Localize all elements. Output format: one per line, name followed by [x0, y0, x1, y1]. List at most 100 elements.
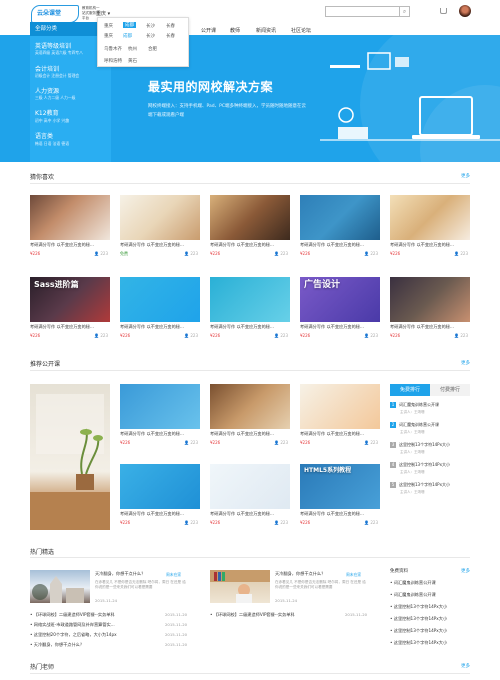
- city-option[interactable]: 重庆: [104, 23, 113, 29]
- course-card[interactable]: 考研满分写作 以不变应万变的秘... ¥226 👤 223: [300, 384, 380, 446]
- course-card[interactable]: 考研满分写作 以不变应万变的秘... ¥226 👤 223: [120, 277, 200, 339]
- more-link[interactable]: 更多: [461, 568, 470, 574]
- search-icon[interactable]: ⌕: [399, 6, 410, 17]
- course-title[interactable]: 考研满分写作 以不变应万变的秘...: [120, 242, 200, 248]
- course-thumbnail[interactable]: [120, 464, 200, 509]
- category-subs[interactable]: 三级 人力二级 人力一级: [35, 95, 75, 101]
- course-title[interactable]: 考研满分写作 以不变应万变的秘...: [300, 242, 380, 248]
- rank-title[interactable]: 这里控制13个字符14Px大小: [399, 462, 450, 467]
- course-thumbnail[interactable]: [390, 195, 470, 240]
- city-option[interactable]: 杭州: [128, 46, 137, 52]
- course-title[interactable]: 考研满分写作 以不变应万变的秘...: [300, 511, 380, 517]
- featured-list-item[interactable]: • 网络实战班-市政道路管网及补岸营算管实...: [30, 622, 115, 628]
- ranking-item[interactable]: 1 词汇魔鬼训练营公开课: [390, 402, 470, 408]
- course-thumbnail[interactable]: [30, 195, 110, 240]
- course-thumbnail[interactable]: [210, 195, 290, 240]
- city-option[interactable]: 呼和浩特: [104, 58, 122, 64]
- city-selector[interactable]: 重庆 ▾: [96, 10, 110, 17]
- free-doc-item[interactable]: • 这里控制13个字符14Px大小: [390, 616, 470, 622]
- city-option[interactable]: 重庆: [104, 33, 113, 39]
- course-card[interactable]: HTML5系列教程 考研满分写作 以不变应万变的秘... ¥226 👤 223: [300, 464, 380, 526]
- course-card[interactable]: 考研满分写作 以不变应万变的秘... ¥226 👤 223: [390, 277, 470, 339]
- category-subs[interactable]: 韩语 日语 法语 德语: [35, 141, 69, 147]
- course-thumbnail[interactable]: [210, 277, 290, 322]
- category-subs[interactable]: 初中 高中 小学 兴趣: [35, 118, 69, 124]
- nav-open-class[interactable]: 公开课: [201, 27, 216, 34]
- course-title[interactable]: 考研满分写作 以不变应万变的秘...: [210, 324, 290, 330]
- featured-headline[interactable]: 天冷翻身，你想干点什么？: [95, 571, 145, 577]
- course-thumbnail[interactable]: [120, 195, 200, 240]
- featured-class-image[interactable]: [30, 384, 110, 530]
- free-doc-item[interactable]: • 词汇魔鬼训练营公开课: [390, 592, 470, 598]
- category-language[interactable]: 语言类: [35, 131, 53, 140]
- course-card[interactable]: 考研满分写作 以不变应万变的秘... ¥226 👤 223: [210, 384, 290, 446]
- course-card[interactable]: 考研满分写作 以不变应万变的秘... ¥226 👤 223: [210, 195, 290, 257]
- more-link[interactable]: 更多: [461, 360, 470, 366]
- course-thumbnail[interactable]: [120, 277, 200, 322]
- course-title[interactable]: 考研满分写作 以不变应万变的秘...: [120, 511, 200, 517]
- course-card[interactable]: 考研满分写作 以不变应万变的秘... ¥226 👤 223: [120, 384, 200, 446]
- rank-title[interactable]: 这里控制13个字符14Px大小: [399, 482, 450, 487]
- course-thumbnail[interactable]: [210, 384, 290, 429]
- course-card[interactable]: 考研满分写作 以不变应万变的秘... ¥226 👤 223: [390, 195, 470, 257]
- ranking-item[interactable]: 5 这里控制13个字符14Px大小: [390, 482, 470, 488]
- city-option[interactable]: 黄石: [128, 58, 137, 64]
- course-title[interactable]: 考研满分写作 以不变应万变的秘...: [30, 242, 110, 248]
- featured-list-item[interactable]: • 这里控制20个字符，之后省略，大小为14px: [30, 632, 117, 638]
- city-option[interactable]: 长春: [166, 33, 175, 39]
- free-doc-item[interactable]: • 词汇魔鬼训练营公开课: [390, 580, 470, 586]
- site-logo[interactable]: 云朵课堂: [31, 5, 79, 23]
- city-option-active[interactable]: 成都: [123, 22, 136, 28]
- course-thumbnail[interactable]: 广告设计: [300, 277, 380, 322]
- featured-image[interactable]: [30, 570, 90, 603]
- avatar[interactable]: [459, 5, 471, 17]
- free-doc-item[interactable]: • 这里控制13个字符14Px大小: [390, 640, 470, 646]
- course-title[interactable]: 考研满分写作 以不变应万变的秘...: [120, 431, 200, 437]
- city-option[interactable]: 乌鲁木齐: [104, 46, 122, 52]
- course-title[interactable]: 考研满分写作 以不变应万变的秘...: [390, 324, 470, 330]
- course-card[interactable]: 考研满分写作 以不变应万变的秘... ¥226 👤 223: [120, 464, 200, 526]
- course-card[interactable]: 考研满分写作 以不变应万变的秘... ¥226 👤 223: [300, 195, 380, 257]
- featured-list-item[interactable]: • 天冷翻身，你想干点什么？: [30, 642, 84, 648]
- tab-free-rank[interactable]: 免费排行: [390, 384, 430, 396]
- course-title[interactable]: 考研满分写作 以不变应万变的秘...: [30, 324, 110, 330]
- course-title[interactable]: 考研满分写作 以不变应万变的秘...: [120, 324, 200, 330]
- course-card[interactable]: Sass进阶篇 考研满分写作 以不变应万变的秘... ¥226 👤 223: [30, 277, 110, 339]
- course-card[interactable]: 考研满分写作 以不变应万变的秘... ¥226 👤 223: [30, 195, 110, 257]
- tab-paid-rank[interactable]: 付费排行: [430, 384, 470, 396]
- nav-news[interactable]: 新闻资讯: [256, 27, 276, 34]
- course-thumbnail[interactable]: [120, 384, 200, 429]
- course-card[interactable]: 考研满分写作 以不变应万变的秘... 免费 👤 223: [120, 195, 200, 257]
- course-card[interactable]: 考研满分写作 以不变应万变的秘... ¥226 👤 223: [210, 277, 290, 339]
- nav-forum[interactable]: 社区论坛: [291, 27, 311, 34]
- free-doc-item[interactable]: • 这里控制13个字符14Px大小: [390, 604, 470, 610]
- city-option[interactable]: 长沙: [146, 23, 155, 29]
- free-doc-item[interactable]: • 这里控制13个字符14Px大小: [390, 628, 470, 634]
- cart-icon[interactable]: [440, 8, 447, 14]
- category-k12[interactable]: K12教育: [35, 108, 59, 117]
- featured-tag[interactable]: 周末在家: [166, 572, 181, 578]
- course-card[interactable]: 考研满分写作 以不变应万变的秘... ¥226 👤 223: [210, 464, 290, 526]
- course-title[interactable]: 考研满分写作 以不变应万变的秘...: [210, 511, 290, 517]
- course-title[interactable]: 考研满分写作 以不变应万变的秘...: [210, 431, 290, 437]
- course-thumbnail[interactable]: [390, 277, 470, 322]
- course-thumbnail[interactable]: [300, 384, 380, 429]
- category-accounting[interactable]: 会计培训: [35, 64, 59, 73]
- category-subs[interactable]: 英语四级 英语六级 专四专八: [35, 50, 83, 56]
- featured-list-item[interactable]: • 【环球网校】二级建造师VIP套餐--实务单科: [30, 612, 115, 618]
- ranking-item[interactable]: 3 这里控制13个字符14Px大小: [390, 442, 470, 448]
- nav-teachers[interactable]: 教师: [230, 27, 240, 34]
- course-thumbnail[interactable]: [210, 464, 290, 509]
- more-link[interactable]: 更多: [461, 173, 470, 179]
- ranking-item[interactable]: 4 这里控制13个字符14Px大小: [390, 462, 470, 468]
- course-title[interactable]: 考研满分写作 以不变应万变的秘...: [300, 431, 380, 437]
- featured-tag[interactable]: 周末在家: [346, 572, 361, 578]
- more-link[interactable]: 更多: [461, 663, 470, 669]
- course-card[interactable]: 广告设计 考研满分写作 以不变应万变的秘... ¥226 👤 223: [300, 277, 380, 339]
- category-subs[interactable]: 初级会计 注册会计 管理会: [35, 73, 79, 79]
- course-title[interactable]: 考研满分写作 以不变应万变的秘...: [300, 324, 380, 330]
- category-hr[interactable]: 人力资源: [35, 86, 59, 95]
- featured-image[interactable]: [210, 570, 270, 603]
- course-thumbnail[interactable]: HTML5系列教程: [300, 464, 380, 509]
- course-title[interactable]: 考研满分写作 以不变应万变的秘...: [210, 242, 290, 248]
